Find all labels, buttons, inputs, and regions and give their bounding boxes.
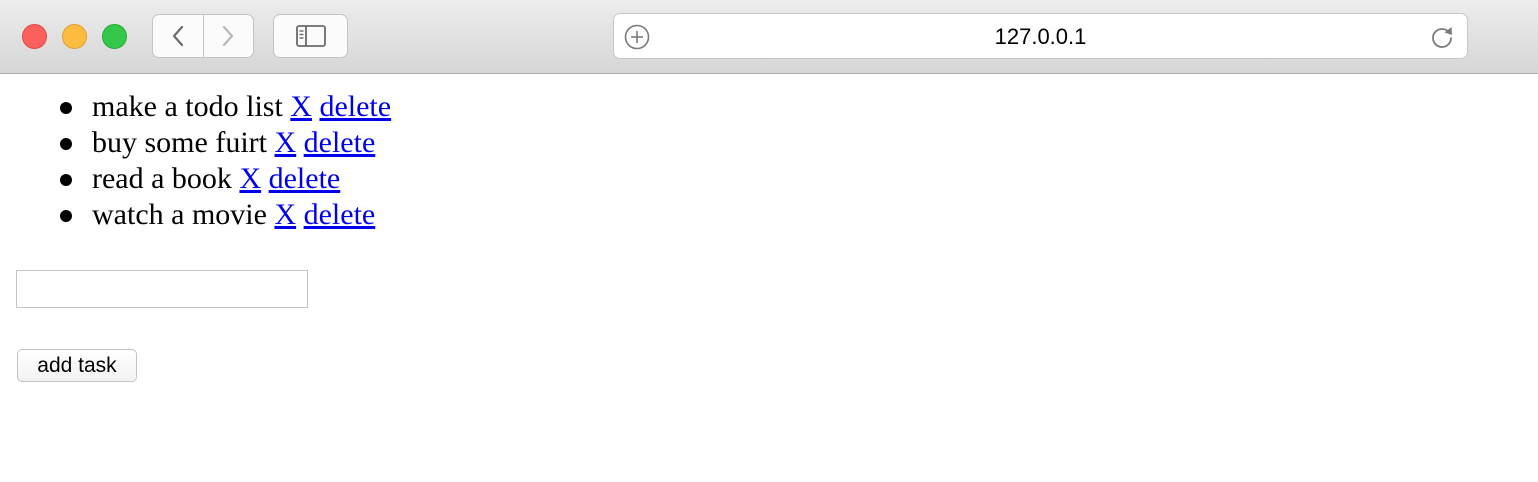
forward-button[interactable] — [202, 15, 253, 57]
browser-toolbar: 127.0.0.1 — [0, 0, 1538, 74]
todo-text: read a book — [92, 162, 232, 195]
todo-list: make a todo list X delete buy some fuirt… — [56, 89, 391, 233]
complete-link[interactable]: X — [274, 126, 296, 159]
delete-link[interactable]: delete — [319, 90, 391, 123]
sidebar-icon — [295, 25, 326, 47]
bullet-icon — [60, 138, 72, 150]
todo-item: watch a movie X delete — [56, 197, 391, 233]
complete-link[interactable]: X — [239, 162, 261, 195]
chevron-right-icon — [223, 25, 234, 47]
todo-item: read a book X delete — [56, 161, 391, 197]
complete-link[interactable]: X — [274, 198, 296, 231]
sidebar-toggle-button[interactable] — [273, 14, 348, 58]
navigation-buttons — [152, 14, 254, 58]
todo-text: buy some fuirt — [92, 126, 267, 159]
new-task-input[interactable] — [16, 270, 308, 308]
window-close-button[interactable] — [22, 24, 47, 49]
bullet-icon — [60, 174, 72, 186]
window-minimize-button[interactable] — [62, 24, 87, 49]
address-bar[interactable]: 127.0.0.1 — [613, 13, 1468, 59]
bullet-icon — [60, 102, 72, 114]
delete-link[interactable]: delete — [269, 162, 341, 195]
todo-text: make a todo list — [92, 90, 283, 123]
add-task-button[interactable]: add task — [17, 349, 137, 382]
back-button[interactable] — [153, 15, 203, 57]
window-zoom-button[interactable] — [102, 24, 127, 49]
reload-icon[interactable] — [1429, 24, 1455, 50]
todo-item: buy some fuirt X delete — [56, 125, 391, 161]
bullet-icon — [60, 210, 72, 222]
todo-item: make a todo list X delete — [56, 89, 391, 125]
url-text: 127.0.0.1 — [994, 24, 1087, 49]
delete-link[interactable]: delete — [304, 198, 376, 231]
todo-text: watch a movie — [92, 198, 267, 231]
page-content: make a todo list X delete buy some fuirt… — [0, 75, 1538, 482]
chevron-left-icon — [172, 25, 184, 47]
complete-link[interactable]: X — [290, 90, 312, 123]
delete-link[interactable]: delete — [304, 126, 376, 159]
